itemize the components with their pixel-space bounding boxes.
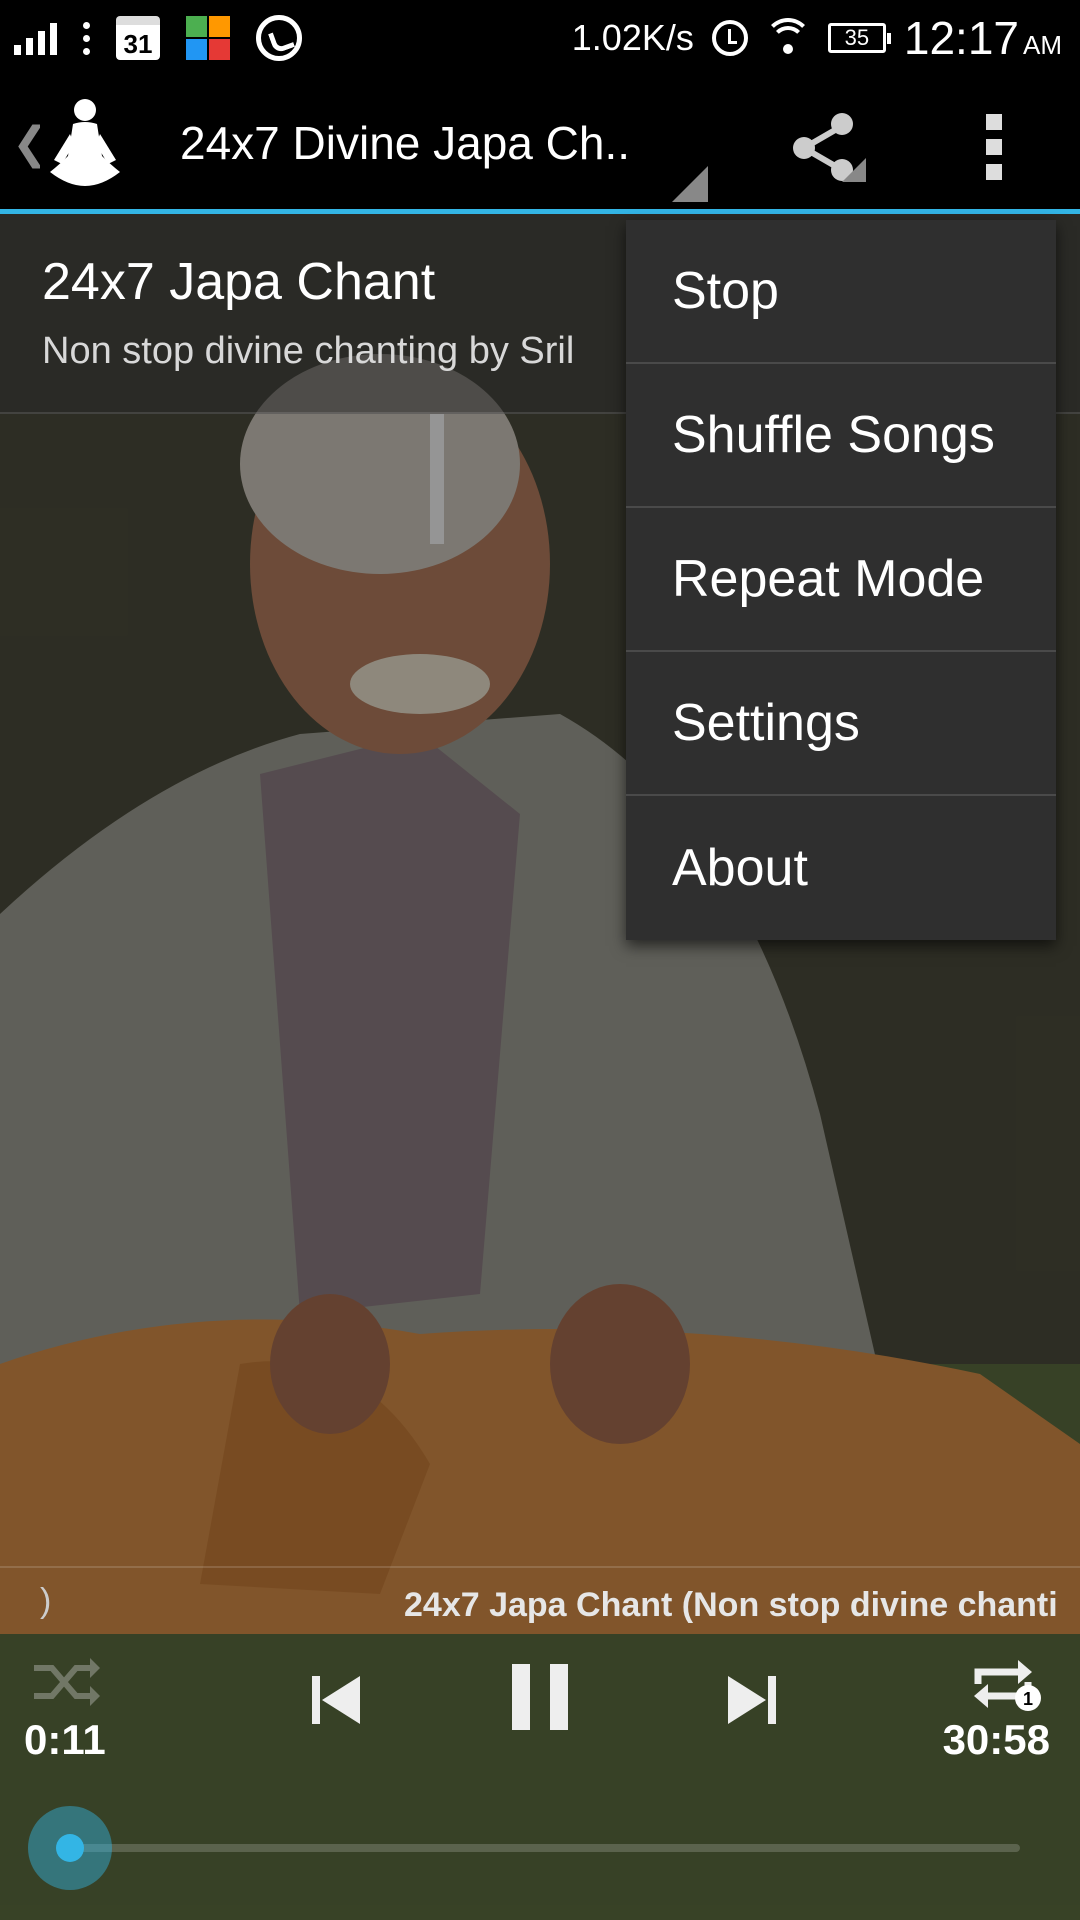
alarm-icon (711, 20, 748, 56)
svg-text:1: 1 (1023, 1689, 1033, 1709)
status-bar: 31 1.02K/s 35 12:17 AM (0, 0, 1080, 76)
menu-item-settings[interactable]: Settings (626, 652, 1056, 796)
app-title[interactable]: 24x7 Divine Japa Ch.. (180, 116, 630, 170)
wifi-icon (765, 18, 810, 58)
seek-thumb[interactable] (28, 1806, 112, 1890)
shuffle-icon[interactable] (30, 1654, 100, 1710)
status-left: 31 (14, 0, 302, 76)
signal-icon (14, 21, 57, 55)
menu-item-shuffle-songs[interactable]: Shuffle Songs (626, 364, 1056, 508)
title-spinner-indicator (672, 166, 708, 202)
clock: 12:17 AM (904, 11, 1062, 65)
menu-item-stop[interactable]: Stop (626, 220, 1056, 364)
elapsed-time: 0:11 (24, 1716, 106, 1763)
status-right: 1.02K/s 35 12:17 AM (572, 0, 1062, 76)
song-title: 24x7 Japa Chant (42, 253, 436, 311)
whatsapp-icon (256, 15, 302, 61)
overflow-menu: Stop Shuffle Songs Repeat Mode Settings … (626, 220, 1056, 940)
calendar-icon: 31 (116, 16, 160, 60)
pause-icon[interactable] (512, 1664, 568, 1730)
menu-item-about[interactable]: About (626, 796, 1056, 940)
now-playing-marquee: ) 24x7 Japa Chant (Non stop divine chant… (0, 1566, 1080, 1654)
net-speed: 1.02K/s (571, 17, 694, 58)
meditation-logo-icon[interactable] (40, 94, 130, 194)
action-bar: ❮ 24x7 Divine Japa Ch.. (0, 76, 1080, 214)
song-subtitle: Non stop divine chanting by Sril (42, 330, 575, 372)
overflow-menu-icon[interactable] (982, 114, 1006, 180)
share-icon[interactable] (786, 112, 866, 182)
total-duration: 30:58 (942, 1716, 1050, 1763)
previous-icon[interactable] (306, 1670, 366, 1730)
seek-bar[interactable] (60, 1844, 1020, 1852)
clock-ampm: AM (1023, 30, 1062, 60)
marquee-text: 24x7 Japa Chant (Non stop divine chanti (404, 1586, 1058, 1624)
battery-icon: 35 (827, 23, 891, 53)
menu-item-repeat-mode[interactable]: Repeat Mode (626, 508, 1056, 652)
antivirus-icon (186, 16, 230, 60)
next-icon[interactable] (722, 1670, 782, 1730)
more-notifications-icon (83, 21, 90, 55)
marquee-start-fragment: ) (40, 1582, 52, 1620)
repeat-one-icon[interactable]: 1 (968, 1654, 1044, 1714)
clock-time: 12:17 (903, 12, 1019, 64)
